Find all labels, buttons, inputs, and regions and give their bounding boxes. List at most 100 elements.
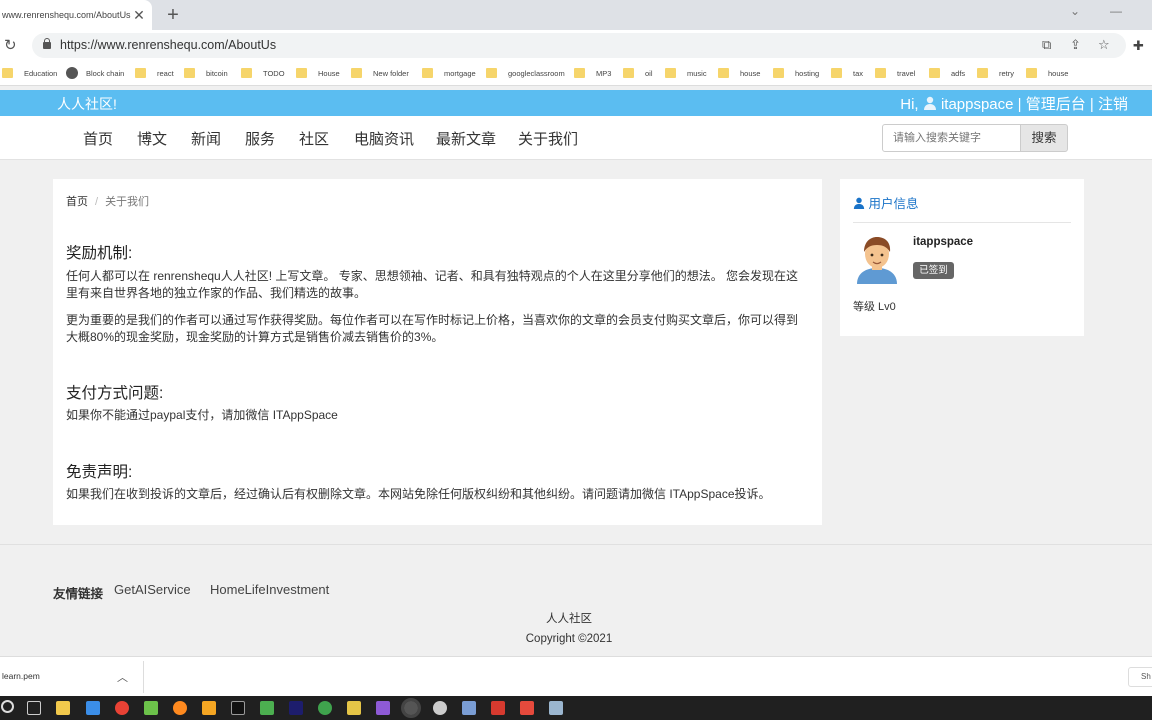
- chrome-icon[interactable]: [115, 701, 129, 715]
- bookmark-item[interactable]: retry: [977, 67, 1014, 81]
- pdf-icon[interactable]: [520, 701, 534, 715]
- nav-services[interactable]: 服务: [245, 128, 275, 149]
- section-paragraph: 如果你不能通过paypal支付，请加微信 ITAppSpace: [66, 408, 338, 422]
- user-level: 等级 Lv0: [853, 301, 896, 313]
- tab-search-icon[interactable]: ⌄: [1070, 4, 1080, 18]
- section-paragraph: 更为重要的是我们的作者可以通过写作获得奖励。每位作者可以在写作时标记上价格，当喜…: [66, 313, 799, 344]
- terminal-icon[interactable]: [231, 701, 245, 715]
- breadcrumb-home[interactable]: 首页: [66, 196, 88, 208]
- folder-icon: [351, 68, 362, 78]
- site-footer: 友情链接 GetAIService HomeLifeInvestment 人人社…: [0, 544, 1152, 656]
- intellij-icon[interactable]: [289, 701, 303, 715]
- breadcrumb-separator: /: [95, 196, 99, 208]
- bookmark-item[interactable]: googleclassroom: [486, 67, 565, 81]
- translate-icon[interactable]: ⧉: [1042, 37, 1051, 53]
- copyright: Copyright ©2021: [525, 633, 613, 645]
- store-icon[interactable]: [86, 701, 100, 715]
- signed-in-badge[interactable]: 已签到: [913, 262, 954, 279]
- bookmark-item[interactable]: bitcoin: [184, 67, 228, 81]
- bookmark-item[interactable]: house: [1026, 67, 1068, 81]
- start-icon[interactable]: [1, 700, 14, 713]
- close-icon[interactable]: ✕: [131, 7, 147, 23]
- admin-link[interactable]: | 管理后台 |: [1018, 96, 1094, 113]
- python-icon[interactable]: [347, 701, 361, 715]
- nav-community[interactable]: 社区: [299, 128, 329, 149]
- friend-links-title: 友情链接: [53, 587, 104, 601]
- minimize-icon[interactable]: —: [1110, 4, 1122, 18]
- folder-icon: [831, 68, 842, 78]
- nav-home[interactable]: 首页: [83, 128, 113, 149]
- folder-icon: [623, 68, 634, 78]
- bookmark-item[interactable]: music: [665, 67, 707, 81]
- breadcrumb: 首页 / 关于我们: [66, 193, 149, 209]
- bookmark-item[interactable]: Block chain: [66, 67, 124, 81]
- bookmark-item[interactable]: react: [135, 67, 174, 81]
- folder-icon: [296, 68, 307, 78]
- download-item[interactable]: learn.pem: [2, 671, 40, 681]
- bookmark-item[interactable]: Education: [2, 67, 57, 81]
- bookmark-item[interactable]: travel: [875, 67, 915, 81]
- section-paragraph: 如果我们在收到投诉的文章后，经过确认后有权删除文章。本网站免除任何版权纠纷和其他…: [66, 487, 771, 501]
- url-text[interactable]: https://www.renrenshequ.com/AboutUs: [60, 38, 276, 52]
- nav-tech-news[interactable]: 电脑资讯: [354, 128, 414, 149]
- extensions-icon[interactable]: ✚: [1133, 38, 1144, 54]
- spreadsheet-icon[interactable]: [260, 701, 274, 715]
- bookmark-item[interactable]: house: [718, 67, 760, 81]
- username-link[interactable]: itappspace: [941, 96, 1014, 113]
- sublime-icon[interactable]: [202, 701, 216, 715]
- bookmark-item[interactable]: New folder: [351, 67, 409, 81]
- omnibox[interactable]: https://www.renrenshequ.com/AboutUs ⧉ ⇪ …: [32, 33, 1126, 58]
- os-taskbar: [0, 696, 1152, 720]
- star-icon[interactable]: ☆: [1098, 37, 1110, 53]
- main-nav: 首页 博文 新闻 服务 社区 电脑资讯 最新文章 关于我们 搜索: [0, 116, 1152, 160]
- new-tab-icon[interactable]: +: [163, 4, 183, 26]
- search-button[interactable]: 搜索: [1020, 124, 1068, 152]
- show-all-button[interactable]: Sh: [1128, 667, 1152, 687]
- tool-icon[interactable]: [549, 701, 563, 715]
- folder-icon: [718, 68, 729, 78]
- friend-link[interactable]: HomeLifeInvestment: [210, 582, 329, 597]
- user-icon: [853, 197, 865, 209]
- folder-icon: [135, 68, 146, 78]
- section-paragraph: 任何人都可以在 renrenshequ人人社区! 上写文章。 专家、思想领袖、记…: [66, 269, 799, 300]
- reload-icon[interactable]: ↻: [4, 36, 17, 54]
- chevron-up-icon[interactable]: ︿: [117, 669, 128, 685]
- search-input[interactable]: [882, 124, 1021, 152]
- site-logo[interactable]: 人人社区!: [57, 94, 117, 114]
- bookmark-item[interactable]: MP3: [574, 67, 611, 81]
- bookmark-item[interactable]: hosting: [773, 67, 819, 81]
- nav-blog[interactable]: 博文: [137, 128, 167, 149]
- notepad-icon[interactable]: [144, 701, 158, 715]
- nav-latest[interactable]: 最新文章: [436, 128, 496, 149]
- linux-icon[interactable]: [433, 701, 447, 715]
- share-icon[interactable]: ⇪: [1070, 37, 1081, 53]
- bookmark-item[interactable]: mortgage: [422, 67, 476, 81]
- bookmark-item[interactable]: TODO: [241, 67, 285, 81]
- mongodb-icon[interactable]: [318, 701, 332, 715]
- bookmark-item[interactable]: adfs: [929, 67, 965, 81]
- git-icon[interactable]: [462, 701, 476, 715]
- download-bar: learn.pem ︿ Sh: [0, 656, 1152, 696]
- breadcrumb-current: 关于我们: [105, 196, 150, 208]
- obs-icon[interactable]: [401, 698, 421, 718]
- nav-news[interactable]: 新闻: [191, 128, 221, 149]
- bookmark-item[interactable]: House: [296, 67, 340, 81]
- panel-title: 用户信息: [853, 193, 919, 212]
- user-menu: Hi, itappspace | 管理后台 | 注销: [900, 93, 1128, 114]
- filezilla-icon[interactable]: [491, 701, 505, 715]
- task-view-icon[interactable]: [27, 701, 41, 715]
- firefox-icon[interactable]: [173, 701, 187, 715]
- browser-tab[interactable]: www.renrenshequ.com/AboutUs ✕: [0, 0, 152, 30]
- vscode-icon[interactable]: [376, 701, 390, 715]
- avatar[interactable]: [853, 234, 901, 284]
- lock-icon[interactable]: [42, 38, 51, 49]
- logout-link[interactable]: 注销: [1098, 96, 1128, 113]
- nav-about[interactable]: 关于我们: [518, 128, 578, 149]
- folder-icon: [773, 68, 784, 78]
- sidebar-username[interactable]: itappspace: [913, 236, 973, 248]
- user-icon: [923, 96, 936, 110]
- friend-link[interactable]: GetAIService: [114, 582, 191, 597]
- file-explorer-icon[interactable]: [56, 701, 70, 715]
- bookmark-item[interactable]: oil: [623, 67, 653, 81]
- bookmark-item[interactable]: tax: [831, 67, 863, 81]
